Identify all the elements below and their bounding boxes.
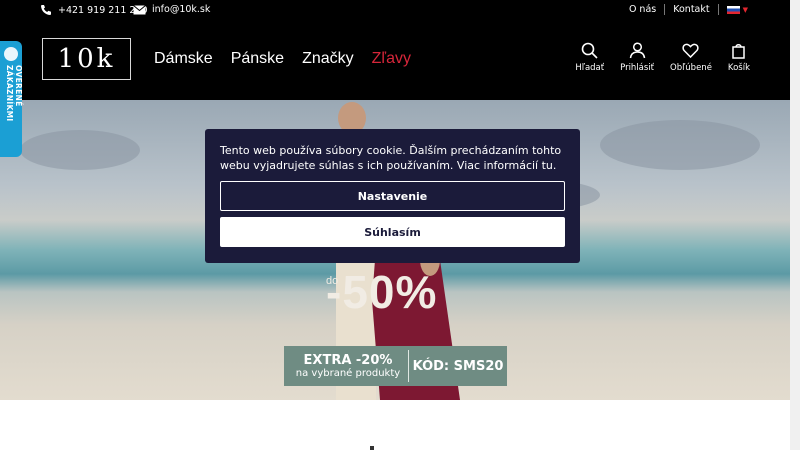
favorites-button[interactable]: Obľúbené: [670, 42, 712, 73]
nav-sale[interactable]: Zľavy: [372, 50, 411, 68]
divider: [717, 4, 719, 15]
link-contact[interactable]: Kontakt: [673, 4, 709, 15]
email-contact[interactable]: info@10k.sk: [133, 4, 210, 15]
top-links: O nás Kontakt ▼: [629, 4, 748, 15]
language-selector[interactable]: ▼: [726, 5, 748, 14]
extra-subtitle: na vybrané produkty: [295, 368, 401, 379]
cookie-accept-button[interactable]: Súhlasím: [220, 217, 565, 247]
cookie-dialog: Tento web používa súbory cookie. Ďalším …: [205, 129, 580, 263]
discount-value: -50%: [326, 266, 438, 318]
login-button[interactable]: Prihlásiť: [620, 42, 654, 73]
chevron-down-icon: ▼: [742, 5, 748, 14]
extra-discount: EXTRA -20%: [303, 353, 393, 368]
search-icon: [581, 42, 598, 59]
email-address: info@10k.sk: [152, 4, 211, 15]
cart-label: Košík: [727, 63, 750, 73]
nav-brands[interactable]: Značky: [302, 50, 354, 68]
section-heading-fragment: [370, 446, 374, 450]
nav-women[interactable]: Dámske: [154, 50, 213, 68]
verified-icon: [4, 47, 18, 61]
phone-contact[interactable]: +421 919 211 240: [40, 4, 148, 16]
top-bar: +421 919 211 240 info@10k.sk O nás Konta…: [0, 0, 790, 20]
mail-icon: [133, 4, 146, 14]
bag-icon: [732, 44, 746, 59]
favorites-label: Obľúbené: [670, 63, 712, 73]
cart-button[interactable]: Košík: [728, 42, 750, 73]
search-button[interactable]: Hľadať: [575, 42, 604, 73]
header-actions: Hľadať Prihlásiť Obľúbené Košík: [575, 42, 750, 73]
logo[interactable]: 10k: [42, 38, 131, 80]
heart-icon: [682, 43, 700, 59]
cookie-message: Tento web používa súbory cookie. Ďalším …: [220, 144, 562, 172]
main-nav: Dámske Pánske Značky Zľavy: [154, 50, 411, 68]
link-about[interactable]: O nás: [629, 4, 656, 15]
cloud-shape: [20, 130, 140, 170]
divider: [664, 4, 666, 15]
phone-icon: [41, 5, 51, 15]
slovak-flag-icon: [726, 5, 740, 14]
badge-label: OVERENÉ ZÁKAZNÍKMI: [5, 65, 23, 122]
search-label: Hľadať: [575, 63, 605, 73]
verified-customers-badge[interactable]: OVERENÉ ZÁKAZNÍKMI: [0, 41, 23, 157]
nav-men[interactable]: Pánske: [231, 50, 284, 68]
promo-code-box: EXTRA -20% na vybrané produkty KÓD: SMS2…: [284, 346, 507, 386]
main-header: 10k Dámske Pánske Značky Zľavy Hľadať Pr…: [0, 20, 790, 100]
promo-code: KÓD: SMS20: [412, 358, 504, 374]
scrollbar[interactable]: [790, 0, 800, 450]
cookie-settings-button[interactable]: Nastavenie: [220, 181, 565, 211]
user-icon: [629, 42, 645, 59]
cloud-shape: [600, 120, 760, 170]
login-label: Prihlásiť: [620, 63, 655, 73]
